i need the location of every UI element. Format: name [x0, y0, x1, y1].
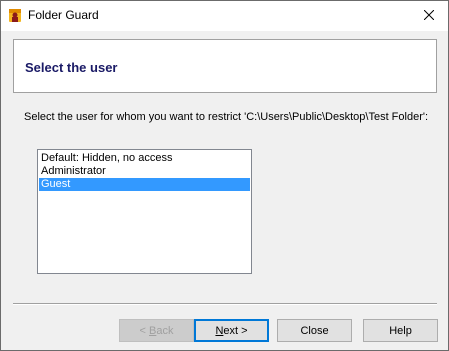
back-button-mnemonic: B [149, 324, 157, 337]
button-separator [13, 303, 437, 305]
close-button-label: Close [300, 324, 329, 337]
help-button[interactable]: Help [363, 319, 438, 342]
list-item-guest[interactable]: Guest [39, 178, 250, 191]
close-window-button[interactable] [410, 1, 448, 31]
wizard-step-title: Select the user [25, 60, 118, 75]
back-button-suffix: ack [156, 324, 174, 337]
close-icon [423, 9, 435, 23]
window-title: Folder Guard [28, 8, 99, 22]
instruction-text: Select the user for whom you want to res… [24, 111, 429, 123]
wizard-header-panel: Select the user [13, 39, 437, 93]
list-item-default[interactable]: Default: Hidden, no access [39, 152, 250, 165]
help-button-label: Help [389, 324, 412, 337]
next-button[interactable]: Next > [194, 319, 269, 342]
title-bar[interactable]: Folder Guard [1, 1, 448, 31]
next-button-mnemonic: N [215, 324, 224, 337]
back-button-prefix: < [139, 324, 149, 337]
back-button[interactable]: < Back [119, 319, 194, 342]
folder-guard-app-icon [7, 7, 23, 23]
close-button[interactable]: Close [277, 319, 352, 342]
user-listbox[interactable]: Default: Hidden, no access Administrator… [37, 149, 252, 274]
folder-guard-dialog: Folder Guard Select the user Select the … [0, 0, 449, 351]
next-button-suffix: ext > [223, 324, 248, 337]
list-item-administrator[interactable]: Administrator [39, 165, 250, 178]
